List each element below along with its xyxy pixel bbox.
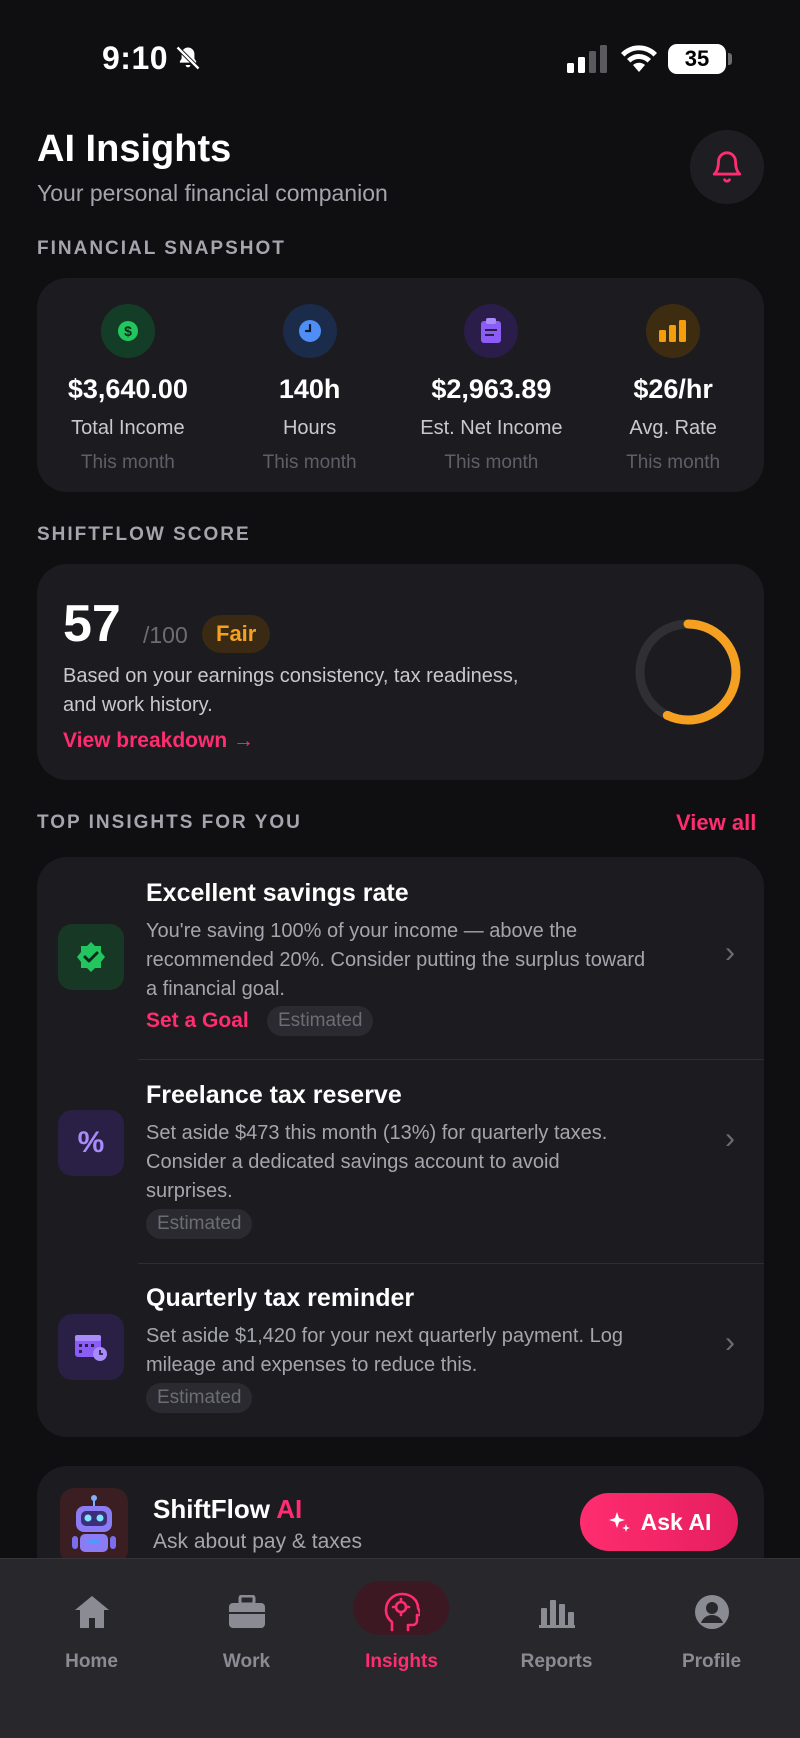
- bottom-tab-bar: Home Work Insights Reports Profile: [0, 1558, 800, 1738]
- insight-title: Freelance tax reserve: [146, 1081, 402, 1109]
- brain-icon: [381, 1591, 423, 1633]
- score-progress-ring: [635, 619, 741, 725]
- tab-label: Work: [222, 1651, 271, 1672]
- stat-net-income: $2,963.89 Est. Net Income This month: [401, 278, 583, 492]
- insight-item-quarterly-reminder[interactable]: Quarterly tax reminder Set aside $1,420 …: [37, 1264, 764, 1437]
- briefcase-icon: [226, 1591, 268, 1633]
- bell-icon: [712, 151, 742, 183]
- view-breakdown-link[interactable]: View breakdown →: [63, 729, 254, 753]
- clock-icon: [282, 304, 337, 358]
- dollar-icon: $: [100, 304, 155, 358]
- score-rating-badge: Fair: [202, 615, 271, 653]
- stat-label: Hours: [282, 417, 337, 439]
- tab-label: Reports: [520, 1651, 593, 1672]
- stat-hours: 140h Hours This month: [219, 278, 401, 492]
- verified-badge-icon: [58, 924, 124, 990]
- svg-text:$: $: [124, 323, 132, 339]
- user-icon: [691, 1591, 733, 1633]
- tab-insights[interactable]: Insights: [324, 1559, 479, 1738]
- percent-icon: %: [58, 1110, 124, 1176]
- score-value: 57: [63, 595, 121, 653]
- cellular-signal-icon: [567, 45, 607, 73]
- notifications-button[interactable]: [690, 130, 764, 204]
- stat-label: Avg. Rate: [629, 417, 717, 439]
- score-max: /100: [143, 622, 188, 648]
- financial-snapshot-card: $ $3,640.00 Total Income This month 140h…: [37, 278, 764, 492]
- bell-off-icon: [176, 46, 200, 70]
- snapshot-section-label: FINANCIAL SNAPSHOT: [37, 238, 286, 259]
- tab-label: Insights: [365, 1651, 438, 1672]
- bar-chart-icon: [646, 304, 701, 358]
- shiftflow-score-card: 57 /100 Fair Based on your earnings cons…: [37, 564, 764, 780]
- stat-period: This month: [262, 452, 357, 473]
- insight-item-savings[interactable]: Excellent savings rate You're saving 100…: [37, 857, 764, 1059]
- sparkle-icon: [608, 1512, 630, 1532]
- insight-title: Quarterly tax reminder: [146, 1284, 415, 1312]
- ai-title: ShiftFlow AI: [153, 1494, 302, 1525]
- tab-profile[interactable]: Profile: [634, 1559, 789, 1738]
- score-section-label: SHIFTFLOW SCORE: [37, 524, 251, 545]
- ai-subtitle: Ask about pay & taxes: [153, 1530, 362, 1553]
- stat-period: This month: [626, 452, 721, 473]
- estimated-tag: Estimated: [146, 1383, 253, 1413]
- page-subtitle: Your personal financial companion: [37, 180, 388, 206]
- stat-value: 140h: [278, 374, 341, 404]
- ask-ai-button[interactable]: Ask AI: [580, 1493, 738, 1551]
- insights-card: Excellent savings rate You're saving 100…: [37, 857, 764, 1437]
- estimated-tag: Estimated: [146, 1209, 253, 1239]
- calendar-clock-icon: [58, 1314, 124, 1380]
- stat-label: Est. Net Income: [420, 417, 563, 439]
- status-time: 9:10: [102, 40, 169, 76]
- clipboard-icon: [464, 304, 519, 358]
- insight-body: You're saving 100% of your income — abov…: [146, 920, 646, 1000]
- ai-title-main: ShiftFlow: [153, 1494, 277, 1524]
- home-icon: [71, 1591, 113, 1633]
- insight-title: Excellent savings rate: [146, 879, 409, 907]
- stat-value: $26/hr: [633, 374, 713, 404]
- ai-title-accent: AI: [276, 1494, 303, 1524]
- tab-label: Profile: [681, 1651, 742, 1672]
- insights-section-label: TOP INSIGHTS FOR YOU: [37, 812, 302, 833]
- page-title: AI Insights: [37, 128, 232, 170]
- chevron-right-icon: ›: [725, 936, 735, 969]
- tab-reports[interactable]: Reports: [479, 1559, 634, 1738]
- battery-indicator: 35: [668, 44, 726, 74]
- tab-label: Home: [65, 1651, 118, 1672]
- tab-home[interactable]: Home: [14, 1559, 169, 1738]
- battery-cap: [728, 53, 732, 65]
- insight-body: Set aside $1,420 for your next quarterly…: [146, 1325, 623, 1376]
- stat-period: This month: [80, 452, 175, 473]
- stat-value: $3,640.00: [67, 374, 188, 404]
- view-all-link[interactable]: View all: [676, 810, 756, 836]
- set-goal-link[interactable]: Set a Goal: [146, 1009, 249, 1033]
- insight-body: Set aside $473 this month (13%) for quar…: [146, 1122, 608, 1202]
- stat-total-income: $ $3,640.00 Total Income This month: [37, 278, 219, 492]
- robot-icon: [60, 1488, 128, 1564]
- wifi-icon: [621, 45, 657, 72]
- stat-label: Total Income: [71, 417, 185, 439]
- status-bar: 9:10 35: [0, 0, 800, 110]
- stat-value: $2,963.89: [431, 374, 552, 404]
- ask-ai-label: Ask AI: [640, 1508, 712, 1535]
- insight-item-tax-reserve[interactable]: % Freelance tax reserve Set aside $473 t…: [37, 1060, 764, 1263]
- tab-work[interactable]: Work: [169, 1559, 324, 1738]
- estimated-tag: Estimated: [267, 1006, 374, 1036]
- stat-period: This month: [444, 452, 539, 473]
- score-description: Based on your earnings consistency, tax …: [63, 665, 519, 716]
- stat-avg-rate: $26/hr Avg. Rate This month: [582, 278, 764, 492]
- bar-chart-icon: [536, 1591, 578, 1633]
- chevron-right-icon: ›: [725, 1122, 735, 1155]
- chevron-right-icon: ›: [725, 1326, 735, 1359]
